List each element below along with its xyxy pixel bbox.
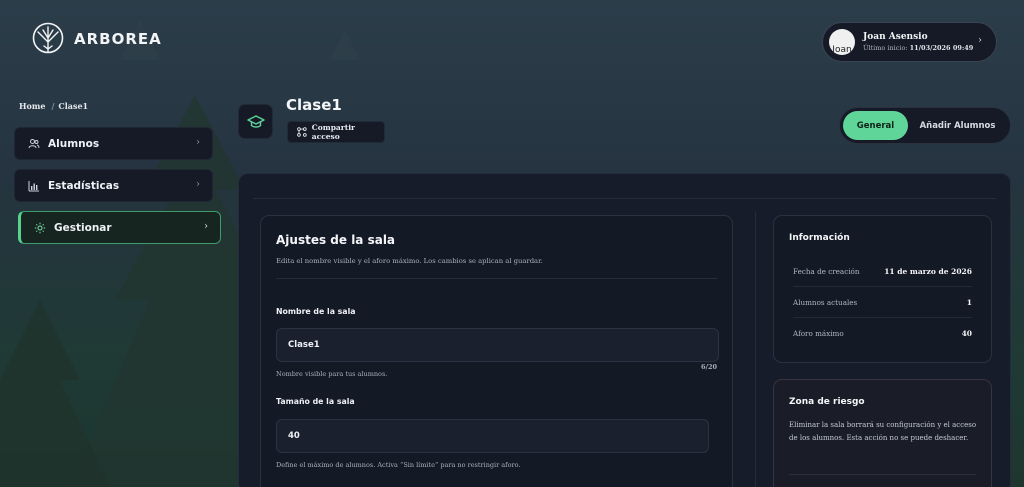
sidebar-item-label: Alumnos: [48, 137, 100, 150]
avatar-alt-text: Joan: [832, 45, 852, 55]
info-row-capacity: Aforo máximo 40: [793, 318, 972, 349]
tree-logo-icon: [32, 22, 64, 54]
info-value: 1: [966, 297, 972, 307]
divider: [253, 198, 996, 199]
brand-logo[interactable]: ARBOREA: [32, 22, 162, 56]
divider: [755, 212, 756, 487]
users-icon: [27, 137, 41, 151]
room-icon: [238, 104, 273, 139]
breadcrumb-home[interactable]: Home: [19, 101, 45, 111]
danger-zone-card: Zona de riesgo Eliminar la sala borrará …: [773, 379, 992, 487]
info-row-created: Fecha de creación 11 de marzo de 2026: [793, 256, 972, 287]
breadcrumb: Home / Clase1: [19, 101, 88, 111]
chevron-right-icon: ›: [196, 137, 200, 148]
share-access-button[interactable]: Compartir acceso: [287, 121, 385, 143]
chevron-right-icon: ›: [196, 179, 200, 190]
info-title: Información: [789, 233, 850, 243]
chevron-right-icon: ›: [978, 35, 982, 46]
info-row-students: Alumnos actuales 1: [793, 287, 972, 318]
tab-general[interactable]: General: [843, 111, 908, 140]
settings-description: Edita el nombre visible y el aforo máxim…: [276, 257, 543, 265]
sidebar-item-gestionar[interactable]: Gestionar ›: [18, 211, 221, 244]
user-menu-button[interactable]: Joan Joan Asensio Último inicio: 11/03/2…: [822, 22, 997, 62]
room-name-counter: 6/20: [701, 363, 717, 371]
info-value: 40: [961, 329, 972, 338]
info-value: 11 de marzo de 2026: [884, 266, 972, 276]
page-title: Clase1: [286, 96, 342, 114]
divider: [276, 278, 717, 279]
last-login-label: Último inicio:: [863, 44, 908, 52]
sidebar-item-label: Estadísticas: [48, 179, 120, 192]
room-name-label: Nombre de la sala: [276, 307, 356, 316]
room-size-label: Tamaño de la sala: [276, 397, 355, 406]
share-access-label: Compartir acceso: [311, 123, 356, 141]
room-name-input[interactable]: Clase1: [276, 328, 719, 362]
gear-icon: [33, 221, 47, 235]
chevron-right-icon: ›: [204, 221, 208, 232]
user-name: Joan Asensio: [863, 32, 928, 42]
tab-bar: General Añadir Alumnos: [839, 107, 1011, 144]
room-size-hint: Define el máximo de alumnos. Activa “Sin…: [276, 461, 521, 469]
breadcrumb-separator: /: [51, 101, 55, 111]
info-key: Aforo máximo: [793, 329, 844, 338]
last-login-value: 11/03/2026 09:49: [909, 44, 974, 52]
settings-title: Ajustes de la sala: [276, 233, 396, 247]
room-settings-card: Ajustes de la sala Edita el nombre visib…: [260, 215, 733, 487]
room-name-hint: Nombre visible para tus alumnos.: [276, 370, 388, 378]
avatar: Joan: [829, 29, 855, 55]
brand-name: ARBOREA: [74, 30, 162, 48]
graduation-cap-icon: [246, 114, 265, 128]
tab-add-students[interactable]: Añadir Alumnos: [908, 111, 1007, 140]
share-nodes-icon: [297, 127, 307, 137]
info-card: Información Fecha de creación 11 de marz…: [773, 215, 992, 363]
divider: [789, 474, 976, 475]
last-login: Último inicio: 11/03/2026 09:49: [863, 44, 973, 52]
main-panel: Ajustes de la sala Edita el nombre visib…: [238, 173, 1011, 487]
sidebar-item-alumnos[interactable]: Alumnos ›: [14, 127, 213, 160]
breadcrumb-current: Clase1: [58, 101, 89, 111]
info-key: Fecha de creación: [793, 266, 860, 276]
sidebar: Alumnos › Estadísticas › Gestionar ›: [14, 127, 221, 253]
sidebar-item-estadisticas[interactable]: Estadísticas ›: [14, 169, 213, 202]
danger-zone-text: Eliminar la sala borrará su configuració…: [789, 421, 977, 442]
danger-zone-title: Zona de riesgo: [789, 397, 865, 407]
info-key: Alumnos actuales: [793, 297, 858, 307]
room-size-input[interactable]: 40: [276, 419, 709, 453]
top-bar: ARBOREA Joan Joan Asensio Último inicio:…: [0, 0, 1024, 85]
bar-chart-icon: [27, 179, 41, 193]
sidebar-item-label: Gestionar: [54, 221, 112, 234]
